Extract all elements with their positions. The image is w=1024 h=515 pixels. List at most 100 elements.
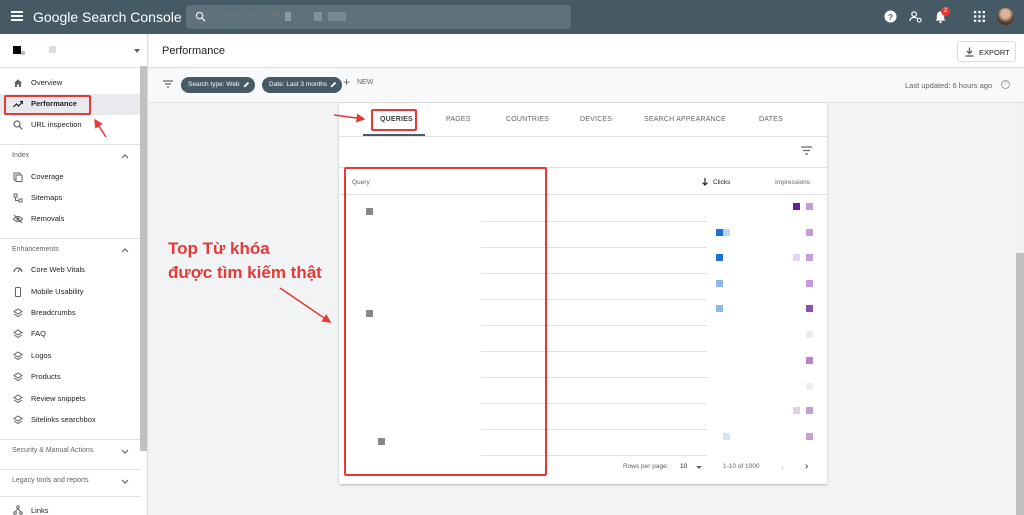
redacted-property-name — [49, 46, 56, 53]
tab-countries[interactable]: COUNTRIES — [506, 116, 549, 123]
filter-bar: Search type: Web Date: Last 3 months + N… — [149, 68, 1024, 103]
notification-badge: 2 — [941, 7, 950, 16]
last-updated-text: Last updated: 6 hours ago — [905, 81, 993, 90]
sidebar-item-label: Breadcrumbs — [31, 308, 76, 317]
sidebar-item-label: Overview — [31, 78, 63, 87]
impressions-cell — [806, 433, 813, 440]
sidebar-item-label: Sitelinks searchbox — [31, 415, 96, 424]
filter-rows-icon[interactable] — [801, 146, 812, 155]
sidebar-item-review-snippets[interactable]: Review snippets — [0, 389, 140, 410]
avatar[interactable] — [997, 8, 1014, 25]
sidebar-item-label: Core Web Vitals — [31, 265, 85, 274]
export-label: EXPORT — [979, 48, 1010, 57]
chevron-up-icon — [121, 154, 129, 159]
previous-page-icon[interactable]: ‹ — [781, 462, 784, 472]
tab-dates[interactable]: DATES — [759, 116, 783, 123]
search-input[interactable] — [216, 10, 286, 20]
search-icon — [195, 11, 206, 22]
clicks-cell — [716, 254, 723, 261]
column-header-impressions[interactable]: Impressions — [775, 179, 810, 186]
user-settings-icon[interactable] — [909, 10, 922, 23]
sidebar-item-logos[interactable]: Logos — [0, 346, 140, 367]
impressions-cell — [806, 305, 813, 312]
impressions-cell — [806, 229, 813, 236]
rows-per-page-label: Rows per page: — [623, 463, 669, 470]
chip-label: Search type: Web — [188, 81, 240, 88]
sidebar-item-label: Sitemaps — [31, 193, 63, 202]
gauge-icon — [13, 267, 23, 273]
sidebar-item-label: Removals — [31, 214, 65, 223]
sidebar-item-sitelinks-searchbox[interactable]: Sitelinks searchbox — [0, 410, 140, 431]
chevron-down-icon[interactable] — [696, 466, 702, 469]
help-circle-icon[interactable]: ? — [1001, 80, 1010, 89]
help-icon[interactable]: ? — [884, 10, 897, 23]
eye-off-icon — [13, 214, 23, 224]
section-index[interactable]: Index — [0, 144, 140, 166]
filter-icon[interactable] — [163, 80, 173, 88]
impressions-cell — [793, 203, 800, 210]
tab-pages[interactable]: PAGES — [446, 116, 471, 123]
sidebar-item-coverage[interactable]: Coverage — [0, 167, 140, 188]
chevron-down-icon — [121, 449, 129, 454]
sidebar-item-url-inspection[interactable]: URL inspection — [0, 115, 140, 136]
property-selector[interactable] — [0, 34, 147, 68]
sidebar-item-products[interactable]: Products — [0, 367, 140, 388]
sidebar-item-sitemaps[interactable]: Sitemaps — [0, 188, 140, 209]
impressions-cell — [793, 254, 800, 261]
sidebar-item-faq[interactable]: FAQ — [0, 324, 140, 345]
search-type-chip[interactable]: Search type: Web — [181, 77, 255, 93]
impressions-cell — [793, 407, 800, 414]
section-title: Enhancements — [12, 246, 59, 253]
clicks-cell — [716, 229, 723, 236]
top-app-bar: Google Search Console ? 2 — [0, 0, 1024, 34]
date-range-chip[interactable]: Date: Last 3 months — [262, 77, 343, 93]
impressions-cell — [806, 331, 813, 338]
section-enhancements[interactable]: Enhancements — [0, 238, 140, 260]
impressions-cell — [806, 203, 813, 210]
sidebar-item-links[interactable]: Links — [0, 496, 140, 515]
sidebar-item-core-web-vitals[interactable]: Core Web Vitals — [0, 260, 140, 281]
plus-icon: + — [343, 75, 351, 89]
apps-grid-icon[interactable] — [973, 10, 986, 23]
section-security[interactable]: Security & Manual Actions — [0, 439, 140, 461]
next-page-icon[interactable]: › — [805, 461, 808, 472]
sidebar-item-removals[interactable]: Removals — [0, 209, 140, 230]
sidebar-item-mobile-usability[interactable]: Mobile Usability — [0, 282, 140, 303]
column-header-clicks[interactable]: Clicks — [713, 179, 730, 186]
property-logo — [13, 46, 21, 54]
section-title: Security & Manual Actions — [12, 447, 94, 454]
phone-icon — [15, 287, 21, 297]
section-legacy[interactable]: Legacy tools and reports — [0, 469, 140, 491]
tab-devices[interactable]: DEVICES — [580, 116, 612, 123]
new-filter-button[interactable]: + NEW — [343, 75, 374, 89]
layers-icon — [13, 308, 23, 318]
app-title[interactable]: Google Search Console — [33, 9, 182, 25]
highlight-queries-tab — [371, 109, 417, 131]
property-logo — [21, 51, 25, 55]
new-label: NEW — [357, 79, 374, 86]
sidebar-scrollbar[interactable] — [140, 66, 147, 451]
sidebar-item-overview[interactable]: Overview — [0, 73, 140, 94]
clicks-cell — [716, 305, 723, 312]
highlight-performance — [4, 95, 91, 115]
rows-per-page-select[interactable]: 10 — [680, 463, 687, 470]
sidebar-item-breadcrumbs[interactable]: Breadcrumbs — [0, 303, 140, 324]
impressions-cell — [806, 407, 813, 414]
clicks-cell — [723, 433, 730, 440]
sidebar-item-label: Links — [31, 506, 49, 515]
sitemap-icon — [13, 193, 23, 203]
main-scrollbar-thumb[interactable] — [1016, 253, 1024, 515]
menu-icon[interactable] — [11, 11, 23, 21]
url-inspect-search[interactable] — [186, 5, 571, 29]
highlight-query-column — [344, 167, 547, 476]
redacted-url — [328, 12, 346, 21]
export-button[interactable]: EXPORT — [957, 41, 1016, 62]
tab-search-appearance[interactable]: SEARCH APPEARANCE — [644, 116, 726, 123]
sidebar-item-label: Review snippets — [31, 394, 86, 403]
edit-icon — [243, 81, 249, 88]
layers-icon — [13, 351, 23, 361]
page-title: Performance — [162, 45, 225, 57]
impressions-cell — [806, 254, 813, 261]
links-icon — [13, 505, 23, 515]
arrow-down-icon — [702, 178, 708, 186]
